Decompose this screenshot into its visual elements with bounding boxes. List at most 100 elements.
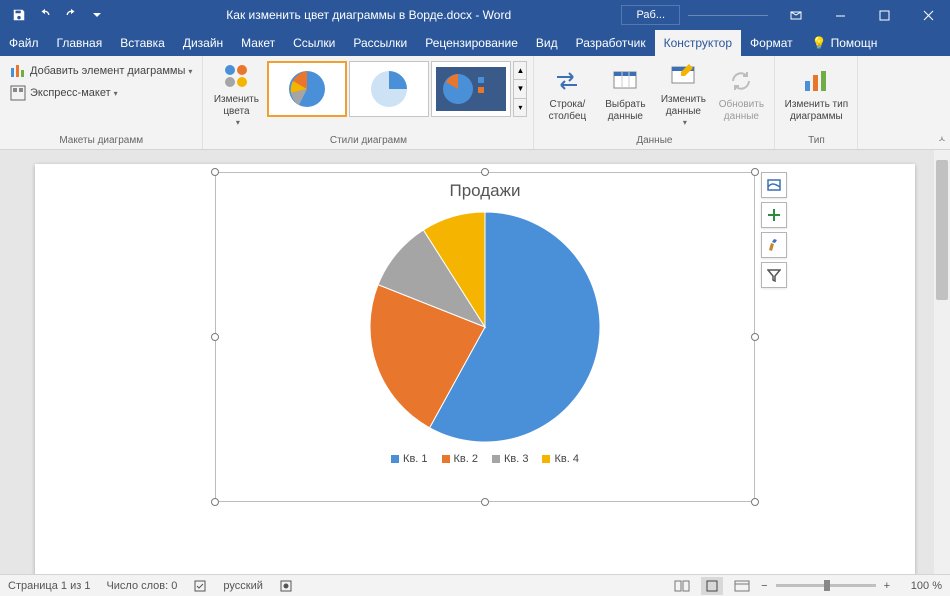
tab-layout[interactable]: Макет: [232, 30, 284, 56]
qat-customize[interactable]: [84, 0, 110, 30]
lightbulb-icon: 💡: [812, 36, 827, 50]
group-chart-layouts: Добавить элемент диаграммы ▾ Экспресс-ма…: [0, 56, 203, 149]
window-title: Как изменить цвет диаграммы в Ворде.docx…: [116, 8, 621, 22]
tab-home[interactable]: Главная: [48, 30, 112, 56]
style-item-2[interactable]: [349, 61, 429, 117]
refresh-data-label: Обновить данные: [712, 99, 770, 123]
resize-handle[interactable]: [751, 333, 759, 341]
tab-insert[interactable]: Вставка: [111, 30, 174, 56]
tab-chart-design[interactable]: Конструктор: [655, 30, 741, 56]
resize-handle[interactable]: [211, 333, 219, 341]
layout-options-button[interactable]: [761, 172, 787, 198]
gallery-up-button[interactable]: ▲: [514, 62, 526, 80]
zoom-in-button[interactable]: +: [884, 580, 890, 592]
chart-elements-button[interactable]: [761, 202, 787, 228]
vertical-scrollbar[interactable]: [934, 150, 950, 574]
close-button[interactable]: [906, 0, 950, 30]
select-data-button[interactable]: Выбрать данные: [596, 59, 654, 129]
status-bar: Страница 1 из 1 Число слов: 0 русский − …: [0, 574, 950, 596]
tell-me-field[interactable]: 💡 Помощн: [802, 30, 950, 56]
switch-row-column-button[interactable]: Строка/ столбец: [538, 59, 596, 129]
save-button[interactable]: [6, 0, 32, 30]
resize-handle[interactable]: [211, 498, 219, 506]
read-mode-button[interactable]: [671, 577, 693, 595]
tab-review[interactable]: Рецензирование: [416, 30, 527, 56]
tell-me-label: Помощн: [831, 36, 878, 50]
tab-design[interactable]: Дизайн: [174, 30, 232, 56]
chart-legend[interactable]: Кв. 1 Кв. 2 Кв. 3 Кв. 4: [216, 453, 754, 465]
chart-object[interactable]: Продажи Кв. 1 Кв. 2 Кв. 3 Кв. 4: [215, 172, 755, 502]
switch-label: Строка/ столбец: [549, 99, 587, 123]
add-element-icon: [10, 63, 26, 79]
gallery-more-button[interactable]: ▾: [514, 99, 526, 116]
zoom-slider[interactable]: [776, 584, 876, 587]
scrollbar-thumb[interactable]: [936, 160, 948, 300]
legend-item[interactable]: Кв. 3: [492, 453, 528, 465]
edit-data-label: Изменить данные: [654, 94, 712, 118]
tab-mailings[interactable]: Рассылки: [344, 30, 416, 56]
group-label-type: Тип: [779, 133, 853, 149]
style-item-3[interactable]: [431, 61, 511, 117]
gallery-down-button[interactable]: ▼: [514, 80, 526, 98]
chart-float-tools: [761, 172, 787, 288]
group-label-data: Данные: [538, 133, 770, 149]
add-element-label: Добавить элемент диаграммы: [30, 65, 185, 77]
word-count[interactable]: Число слов: 0: [106, 580, 177, 592]
tab-view[interactable]: Вид: [527, 30, 567, 56]
tab-format[interactable]: Формат: [741, 30, 802, 56]
refresh-icon: [725, 65, 757, 97]
chart-styles-button[interactable]: [761, 232, 787, 258]
chart-filters-button[interactable]: [761, 262, 787, 288]
edit-data-button[interactable]: Изменить данные ▾: [654, 59, 712, 129]
quick-layout-button[interactable]: Экспресс-макет ▾: [6, 83, 196, 103]
resize-handle[interactable]: [751, 498, 759, 506]
palette-icon: [220, 60, 252, 92]
macro-button[interactable]: [279, 579, 293, 593]
change-colors-button[interactable]: Изменить цвета ▾: [207, 59, 265, 129]
titlebar: Как изменить цвет диаграммы в Ворде.docx…: [0, 0, 950, 30]
group-label-styles: Стили диаграмм: [207, 133, 529, 149]
dropdown-arrow-icon: ▾: [188, 67, 192, 76]
tab-file[interactable]: Файл: [0, 30, 48, 56]
minimize-button[interactable]: [818, 0, 862, 30]
resize-handle[interactable]: [481, 168, 489, 176]
legend-swatch: [542, 455, 550, 463]
change-chart-type-button[interactable]: Изменить тип диаграммы: [779, 59, 853, 129]
redo-button[interactable]: [58, 0, 84, 30]
ribbon-options-button[interactable]: [774, 0, 818, 30]
add-chart-element-button[interactable]: Добавить элемент диаграммы ▾: [6, 61, 196, 81]
spellcheck-button[interactable]: [193, 579, 207, 593]
change-type-label: Изменить тип диаграммы: [779, 99, 853, 123]
gallery-nav: ▲ ▼ ▾: [513, 61, 527, 117]
resize-handle[interactable]: [211, 168, 219, 176]
legend-item[interactable]: Кв. 1: [391, 453, 427, 465]
page[interactable]: Продажи Кв. 1 Кв. 2 Кв. 3 Кв. 4: [35, 164, 915, 574]
print-layout-button[interactable]: [701, 577, 723, 595]
quick-layout-label: Экспресс-макет: [30, 87, 111, 99]
legend-swatch: [442, 455, 450, 463]
chart-title[interactable]: Продажи: [216, 173, 754, 201]
refresh-data-button[interactable]: Обновить данные: [712, 59, 770, 129]
language-button[interactable]: русский: [223, 580, 262, 592]
zoom-knob[interactable]: [824, 580, 830, 591]
style-item-1[interactable]: [267, 61, 347, 117]
legend-label: Кв. 1: [403, 453, 427, 465]
zoom-out-button[interactable]: −: [761, 580, 767, 592]
web-layout-button[interactable]: [731, 577, 753, 595]
legend-swatch: [391, 455, 399, 463]
tab-references[interactable]: Ссылки: [284, 30, 344, 56]
maximize-button[interactable]: [862, 0, 906, 30]
zoom-level[interactable]: 100 %: [898, 580, 942, 592]
legend-item[interactable]: Кв. 2: [442, 453, 478, 465]
tab-developer[interactable]: Разработчик: [567, 30, 655, 56]
chart-styles-gallery: ▲ ▼ ▾: [265, 59, 529, 119]
resize-handle[interactable]: [751, 168, 759, 176]
page-count[interactable]: Страница 1 из 1: [8, 580, 90, 592]
collapse-ribbon-button[interactable]: ㅅ: [938, 132, 946, 145]
legend-item[interactable]: Кв. 4: [542, 453, 578, 465]
resize-handle[interactable]: [481, 498, 489, 506]
undo-button[interactable]: [32, 0, 58, 30]
legend-swatch: [492, 455, 500, 463]
pie-chart[interactable]: [216, 207, 754, 447]
legend-label: Кв. 3: [504, 453, 528, 465]
